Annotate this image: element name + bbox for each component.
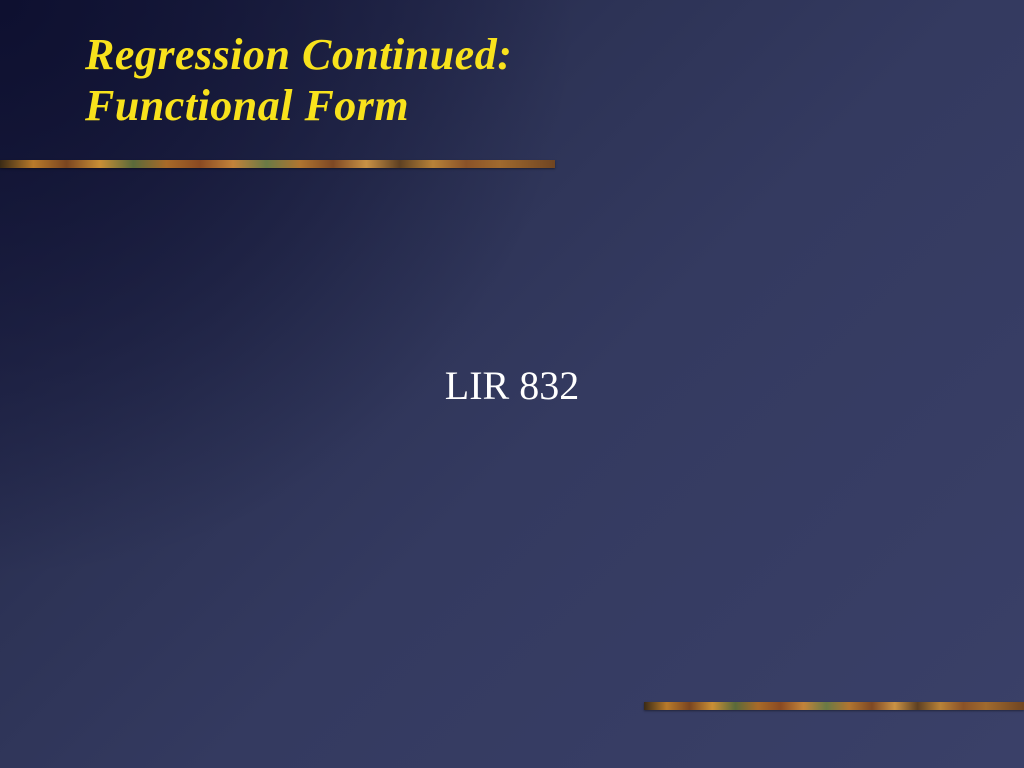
slide-title: Regression Continued: Functional Form [85, 30, 512, 131]
divider-top [0, 160, 555, 168]
slide-subtitle: LIR 832 [0, 362, 1024, 409]
slide-title-line1: Regression Continued: [85, 30, 512, 81]
slide-title-line2: Functional Form [85, 81, 512, 132]
divider-bottom [644, 702, 1024, 710]
